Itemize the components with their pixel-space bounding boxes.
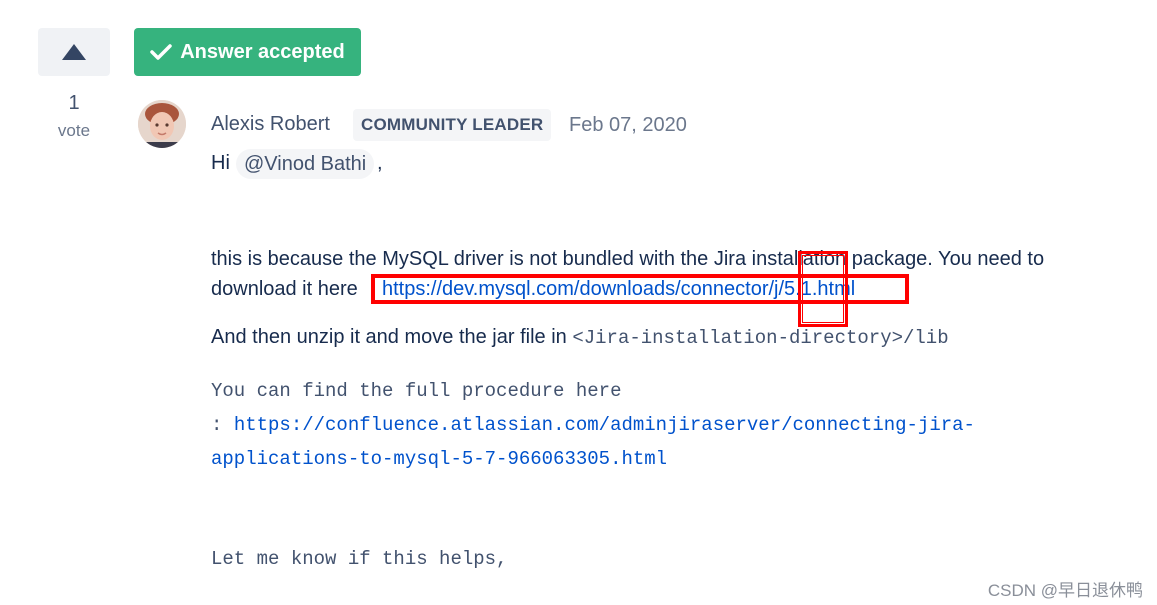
- inline-code-path: <Jira-installation-directory>/lib: [572, 327, 949, 349]
- paragraph-unzip: And then unzip it and move the jar file …: [211, 326, 949, 349]
- answer-post: 1 vote Answer accepted Alexis Robert COM…: [0, 0, 1157, 605]
- triangle-up-icon: [62, 44, 86, 60]
- csdn-watermark: CSDN @早日退休鸭: [987, 581, 1143, 600]
- procedure-link-line1: : https://confluence.atlassian.com/admin…: [211, 414, 975, 436]
- greeting-suffix: ,: [377, 152, 383, 174]
- upvote-button[interactable]: [38, 28, 110, 76]
- answer-accepted-button[interactable]: Answer accepted: [134, 28, 361, 76]
- avatar[interactable]: [138, 100, 186, 148]
- confluence-procedure-link[interactable]: https://confluence.atlassian.com/adminji…: [234, 414, 975, 436]
- author-name-link[interactable]: Alexis Robert: [211, 113, 330, 136]
- answer-accepted-label: Answer accepted: [180, 40, 345, 63]
- post-date: Feb 07, 2020: [569, 114, 687, 136]
- paragraph-driver-line2: download it here: [211, 278, 358, 300]
- community-leader-badge: COMMUNITY LEADER: [353, 109, 552, 141]
- paragraph-driver-line1: this is because the MySQL driver is not …: [211, 248, 1045, 270]
- procedure-text: You can find the full procedure here: [211, 380, 622, 402]
- user-portrait-icon: [138, 100, 186, 148]
- closing-text: Let me know if this helps,: [211, 548, 508, 570]
- confluence-procedure-link-continued[interactable]: applications-to-mysql-5-7-966063305.html: [211, 448, 667, 470]
- user-mention[interactable]: @Vinod Bathi: [236, 149, 375, 179]
- procedure-link-line2: applications-to-mysql-5-7-966063305.html: [211, 448, 667, 470]
- checkmark-icon: [150, 44, 172, 60]
- vote-count: 1: [68, 92, 80, 114]
- mysql-connector-link[interactable]: https://dev.mysql.com/downloads/connecto…: [382, 278, 855, 301]
- greeting-text: Hi: [211, 152, 230, 174]
- unzip-text: And then unzip it and move the jar file …: [211, 326, 567, 348]
- vote-label: vote: [57, 121, 91, 140]
- procedure-colon: :: [211, 414, 234, 436]
